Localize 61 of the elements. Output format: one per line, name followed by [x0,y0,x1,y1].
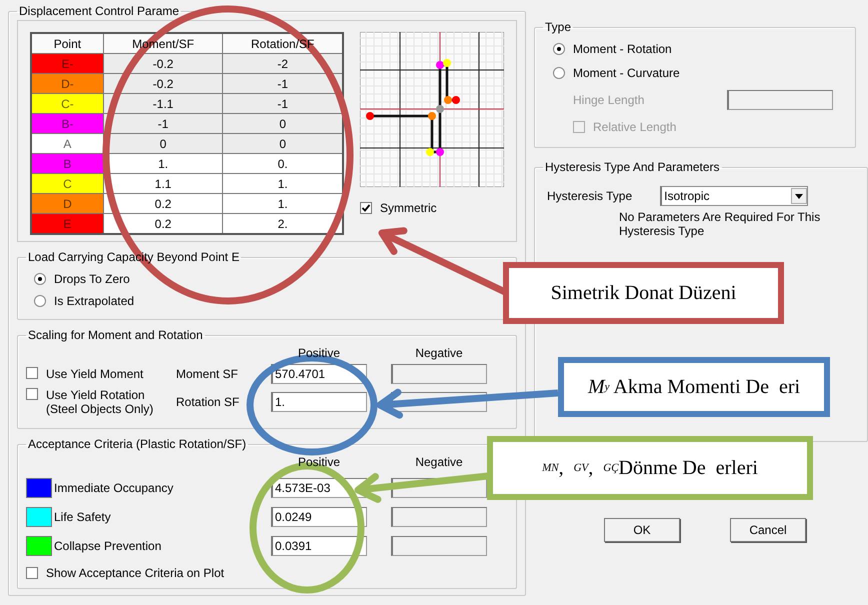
table-cell[interactable]: -1 [222,94,343,114]
point-cell: B [31,154,104,174]
column-header: Negative [414,455,464,469]
criteria-label: Collapse Prevention [54,539,162,553]
checkbox-label: Use Yield Moment [46,367,144,382]
field-label: Rotation SF [176,395,240,410]
group-title: Hysteresis Type And Parameters [544,160,721,174]
input-field[interactable] [391,507,487,527]
callout-label: Simetrik Donat Düzeni [503,262,784,324]
point-cell: C- [31,94,104,114]
column-header: Negative [414,346,464,360]
checkbox-label: Use Yield Rotation [46,388,146,402]
radio-button[interactable] [553,43,565,55]
table-cell[interactable]: 0 [222,114,343,134]
input-field[interactable] [391,536,487,556]
input-field[interactable]: 1. [271,392,367,412]
point-cell: A [31,134,104,154]
input-field[interactable] [391,364,487,384]
checkbox-label: Relative Length [593,120,676,134]
radio-button[interactable] [553,67,565,79]
point-cell: C [31,174,104,194]
table-cell[interactable]: 0. [222,154,343,174]
input-field[interactable]: 0.0249 [271,507,367,527]
criteria-label: Life Safety [54,510,112,524]
radio-button[interactable] [34,295,46,307]
column-header: Positive [296,455,342,469]
field-label: Hinge Length [573,93,644,107]
criteria-label: Immediate Occupancy [54,481,174,495]
radio-button[interactable] [34,273,46,285]
point-cell: D [31,194,104,214]
radio-label: Moment - Curvature [573,66,680,80]
group-title: Scaling for Moment and Rotation [27,328,204,342]
table-cell[interactable]: 0 [222,134,343,154]
dropdown[interactable]: Isotropic [660,186,808,206]
group-title: Type [544,20,572,34]
ok-button[interactable]: OK [604,518,680,542]
info-text: No Parameters Are Required For This Hysteresis Type [618,210,822,238]
field-label: Moment SF [176,367,240,382]
point-cell: B- [31,114,104,134]
checkbox[interactable] [26,567,38,579]
radio-label: Is Extrapolated [54,294,134,308]
checkbox-label: Symmetric [380,201,437,215]
group-title: Displacement Control Parame [18,4,180,18]
point-cell: E- [31,54,104,74]
checkbox[interactable] [360,202,372,214]
cancel-button[interactable]: Cancel [730,518,806,542]
column-header: Point [54,36,82,50]
field-label: Hysteresis Type [547,189,632,203]
input-field[interactable] [727,90,833,110]
radio-label: Drops To Zero [54,272,130,286]
point-cell: E [31,214,104,234]
input-field[interactable]: 0.0391 [271,536,367,556]
point-cell: D- [31,74,104,94]
table-cell[interactable]: 1. [222,174,343,194]
checkbox[interactable] [26,388,38,400]
checkbox[interactable] [26,367,38,380]
table-cell[interactable]: 1. [222,194,343,214]
checkbox-label: Show Acceptance Criteria on Plot [46,566,224,580]
group-title: Acceptance Criteria (Plastic Rotation/SF) [27,437,248,451]
radio-label: Moment - Rotation [573,42,672,56]
checkbox-note: (Steel Objects Only) [46,402,154,416]
